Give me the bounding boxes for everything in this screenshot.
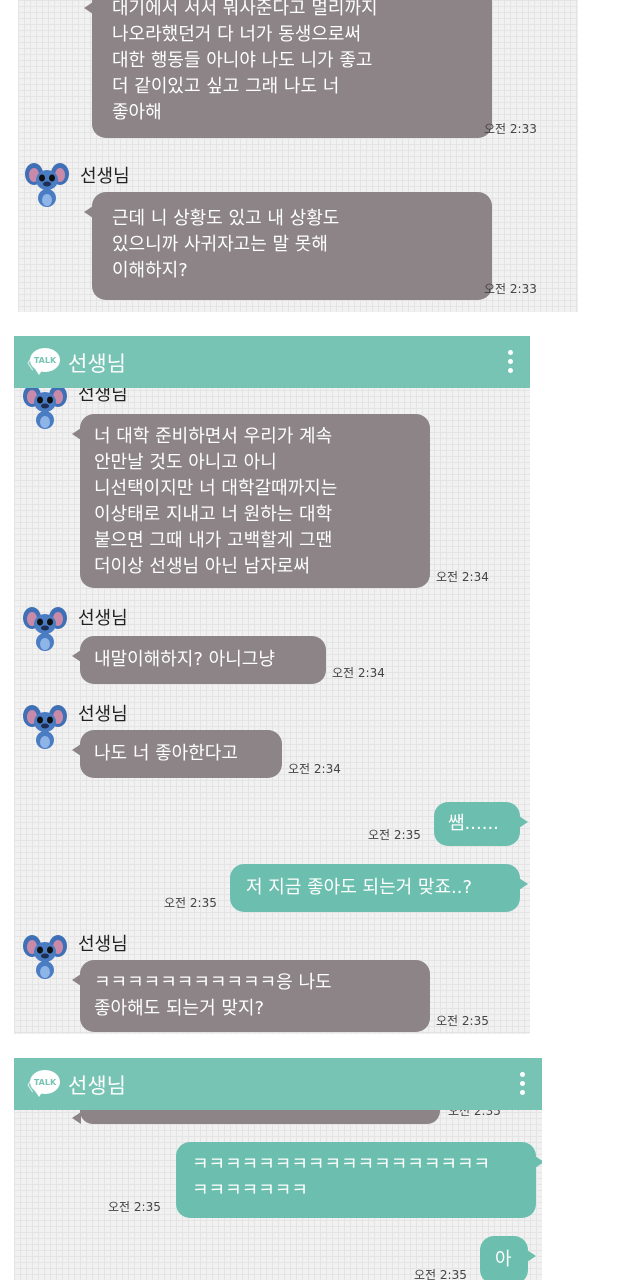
sender-name: 선생님 — [80, 166, 130, 187]
chat-panel-3: 〈 TALK 선생님 오전 2:35 오전 2:35 ㅋㅋㅋㅋㅋㅋㅋㅋㅋㅋㅋㅋㅋ… — [14, 1058, 542, 1280]
sender-name: 선생님 — [78, 608, 128, 629]
message-line: 대한 행동들 아니야 나도 니가 좋고 — [112, 50, 373, 71]
message-line: 더이상 선생님 아닌 남자로써 — [94, 556, 310, 577]
message-line: 좋아해도 되는거 맞지? — [94, 998, 265, 1019]
message-timestamp: 오전 2:33 — [484, 282, 537, 296]
chat-title: 선생님 — [68, 1074, 126, 1098]
message-line: 니선택이지만 너 대학갈때까지는 — [94, 478, 338, 499]
chat-panel-1: 대기에서 서서 뭐사준다고 멀리까지 나오라했던거 다 너가 동생으로써 대한 … — [18, 0, 578, 312]
message-line: 이해하지? — [112, 260, 188, 281]
message-timestamp: 오전 2:35 — [368, 828, 421, 842]
kebab-menu-icon[interactable] — [508, 350, 514, 373]
message-line: 너 대학 준비하면서 우리가 계속 — [94, 426, 333, 447]
chat-header: 〈 TALK 선생님 — [14, 1058, 542, 1110]
message-text: 쌤...... — [448, 813, 499, 834]
chat-header: 〈 TALK 선생님 — [14, 336, 530, 388]
message-bubble-incoming: 나도 너 좋아한다고 — [72, 730, 282, 778]
sender-name: 선생님 — [78, 934, 128, 955]
message-bubble-outgoing: 저 지금 좋아도 되는거 맞죠..? — [230, 864, 528, 912]
message-text: 아 — [495, 1249, 512, 1270]
message-line: 나오라했던거 다 너가 동생으로써 — [112, 24, 362, 45]
message-timestamp: 오전 2:34 — [288, 762, 341, 776]
message-timestamp: 오전 2:34 — [332, 666, 385, 680]
message-bubble-incoming: 내말이해하지? 아니그냥 — [72, 636, 326, 684]
message-timestamp: 오전 2:35 — [164, 896, 217, 910]
message-timestamp: 오전 2:34 — [436, 570, 489, 584]
message-bubble-outgoing: 아 — [480, 1236, 536, 1280]
stitch-avatar-icon[interactable] — [24, 160, 70, 208]
message-line: 근데 니 상황도 있고 내 상황도 — [112, 208, 340, 229]
stitch-avatar-icon[interactable] — [22, 604, 68, 652]
message-line: ㅋㅋㅋㅋㅋㅋㅋㅋㅋㅋㅋㅋㅋㅋㅋㅋㅋㅋ — [192, 1154, 491, 1175]
message-bubble-incoming: ㅋㅋㅋㅋㅋㅋㅋㅋㅋㅋㅋ응 나도 좋아해도 되는거 맞지? — [72, 960, 430, 1032]
message-text: 내말이해하지? 아니그냥 — [94, 649, 275, 670]
message-line: 이상태로 지내고 너 원하는 대학 — [94, 504, 333, 525]
sender-name: 선생님 — [78, 704, 128, 725]
kakaotalk-logo-icon: TALK — [30, 348, 60, 375]
message-bubble-outgoing: ㅋㅋㅋㅋㅋㅋㅋㅋㅋㅋㅋㅋㅋㅋㅋㅋㅋㅋ ㅋㅋㅋㅋㅋㅋㅋ — [176, 1142, 542, 1218]
chat-panel-2: 〈 TALK 선생님 선생님 너 대학 준비하면서 우리가 계속 안만날 것도 … — [14, 336, 530, 1034]
message-line: 대기에서 서서 뭐사준다고 멀리까지 — [112, 0, 378, 19]
stitch-avatar-icon[interactable] — [22, 932, 68, 980]
message-bubble-outgoing: 쌤...... — [434, 802, 528, 846]
message-line: 있으니까 사귀자고는 말 못해 — [112, 234, 328, 255]
message-timestamp: 오전 2:33 — [484, 122, 537, 136]
message-bubble-incoming: 근데 니 상황도 있고 내 상황도 있으니까 사귀자고는 말 못해 이해하지? — [84, 192, 492, 300]
message-bubble-incoming: 너 대학 준비하면서 우리가 계속 안만날 것도 아니고 아니 니선택이지만 너… — [72, 414, 430, 588]
message-timestamp: 오전 2:35 — [414, 1268, 467, 1280]
message-line: ㅋㅋㅋㅋㅋㅋㅋ — [192, 1180, 308, 1201]
message-timestamp: 오전 2:35 — [108, 1200, 161, 1214]
stitch-avatar-icon[interactable] — [22, 702, 68, 750]
message-line: ㅋㅋㅋㅋㅋㅋㅋㅋㅋㅋㅋ응 나도 — [94, 972, 332, 993]
message-line: 더 같이있고 싶고 그래 나도 너 — [112, 76, 340, 97]
message-text: 저 지금 좋아도 되는거 맞죠..? — [246, 877, 473, 898]
message-bubble-incoming: 대기에서 서서 뭐사준다고 멀리까지 나오라했던거 다 너가 동생으로써 대한 … — [84, 0, 492, 138]
kebab-menu-icon[interactable] — [520, 1072, 526, 1095]
message-text: 나도 너 좋아한다고 — [94, 743, 238, 764]
kakaotalk-logo-icon: TALK — [30, 1070, 60, 1097]
chat-title: 선생님 — [68, 352, 126, 376]
message-timestamp: 오전 2:35 — [436, 1014, 489, 1028]
message-line: 좋아해 — [112, 102, 162, 123]
message-line: 안만날 것도 아니고 아니 — [94, 452, 277, 473]
stitch-avatar-icon[interactable] — [22, 388, 68, 434]
message-line: 붙으면 그때 내가 고백할게 그땐 — [94, 530, 333, 551]
